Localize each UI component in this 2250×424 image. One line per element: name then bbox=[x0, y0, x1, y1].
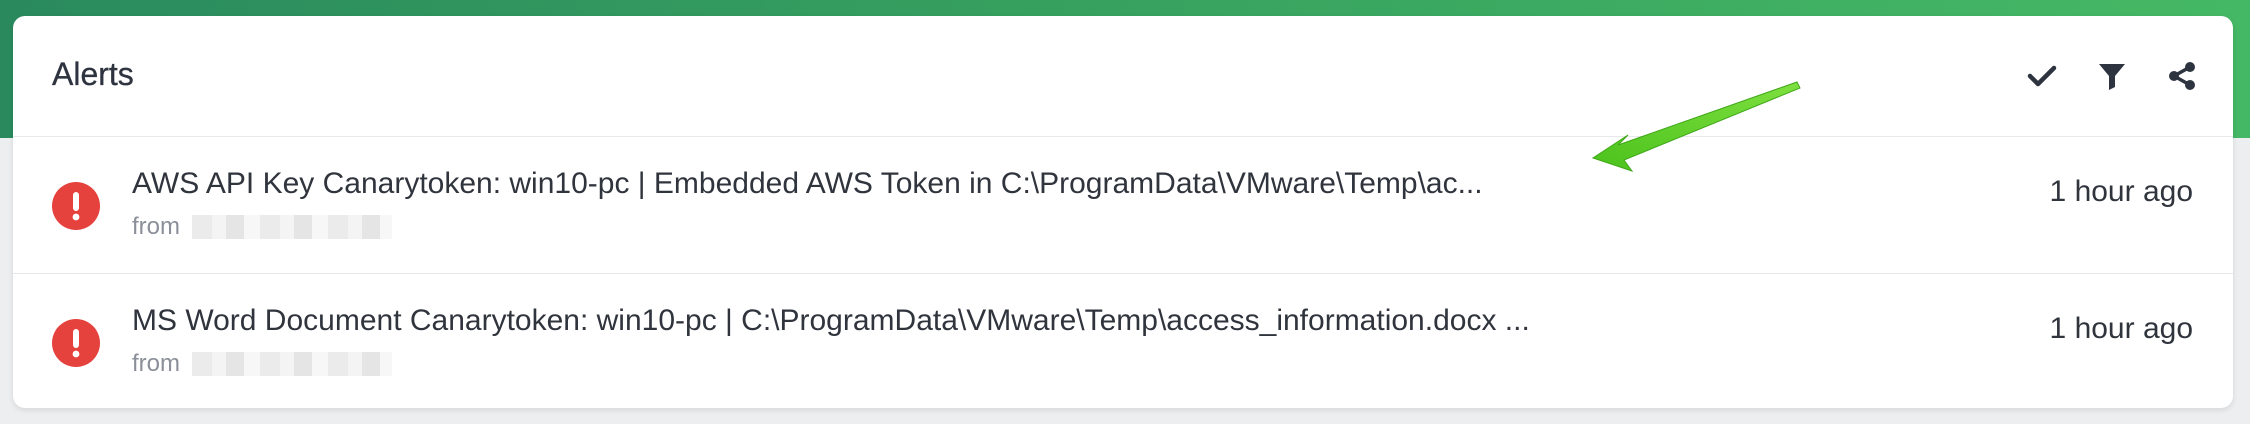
exclamation-icon bbox=[52, 182, 100, 230]
redacted-ip bbox=[192, 352, 392, 376]
alerts-card: Alerts AWS API Key Canarytoken: win10-pc… bbox=[13, 16, 2233, 408]
alert-row[interactable]: AWS API Key Canarytoken: win10-pc | Embe… bbox=[13, 137, 2233, 274]
alert-source: from bbox=[132, 213, 392, 241]
redacted-ip bbox=[192, 215, 392, 239]
alert-row[interactable]: MS Word Document Canarytoken: win10-pc |… bbox=[13, 274, 2233, 408]
share-button[interactable] bbox=[2157, 56, 2207, 96]
alert-source: from bbox=[132, 350, 392, 378]
exclamation-icon bbox=[52, 319, 100, 367]
mark-all-read-button[interactable] bbox=[2017, 56, 2067, 96]
filter-button[interactable] bbox=[2087, 56, 2137, 96]
share-icon bbox=[2169, 62, 2195, 90]
alert-title-link[interactable]: MS Word Document Canarytoken: win10-pc |… bbox=[132, 304, 1530, 338]
alert-timestamp: 1 hour ago bbox=[2049, 175, 2193, 208]
alert-title-link[interactable]: AWS API Key Canarytoken: win10-pc | Embe… bbox=[132, 167, 1483, 201]
header-actions bbox=[2017, 56, 2207, 96]
checkmark-icon bbox=[2027, 65, 2057, 87]
alert-timestamp: 1 hour ago bbox=[2049, 312, 2193, 345]
from-label: from bbox=[132, 213, 180, 240]
filter-icon bbox=[2099, 64, 2125, 90]
page-title: Alerts bbox=[52, 56, 134, 92]
card-header: Alerts bbox=[13, 16, 2233, 137]
from-label: from bbox=[132, 350, 180, 377]
